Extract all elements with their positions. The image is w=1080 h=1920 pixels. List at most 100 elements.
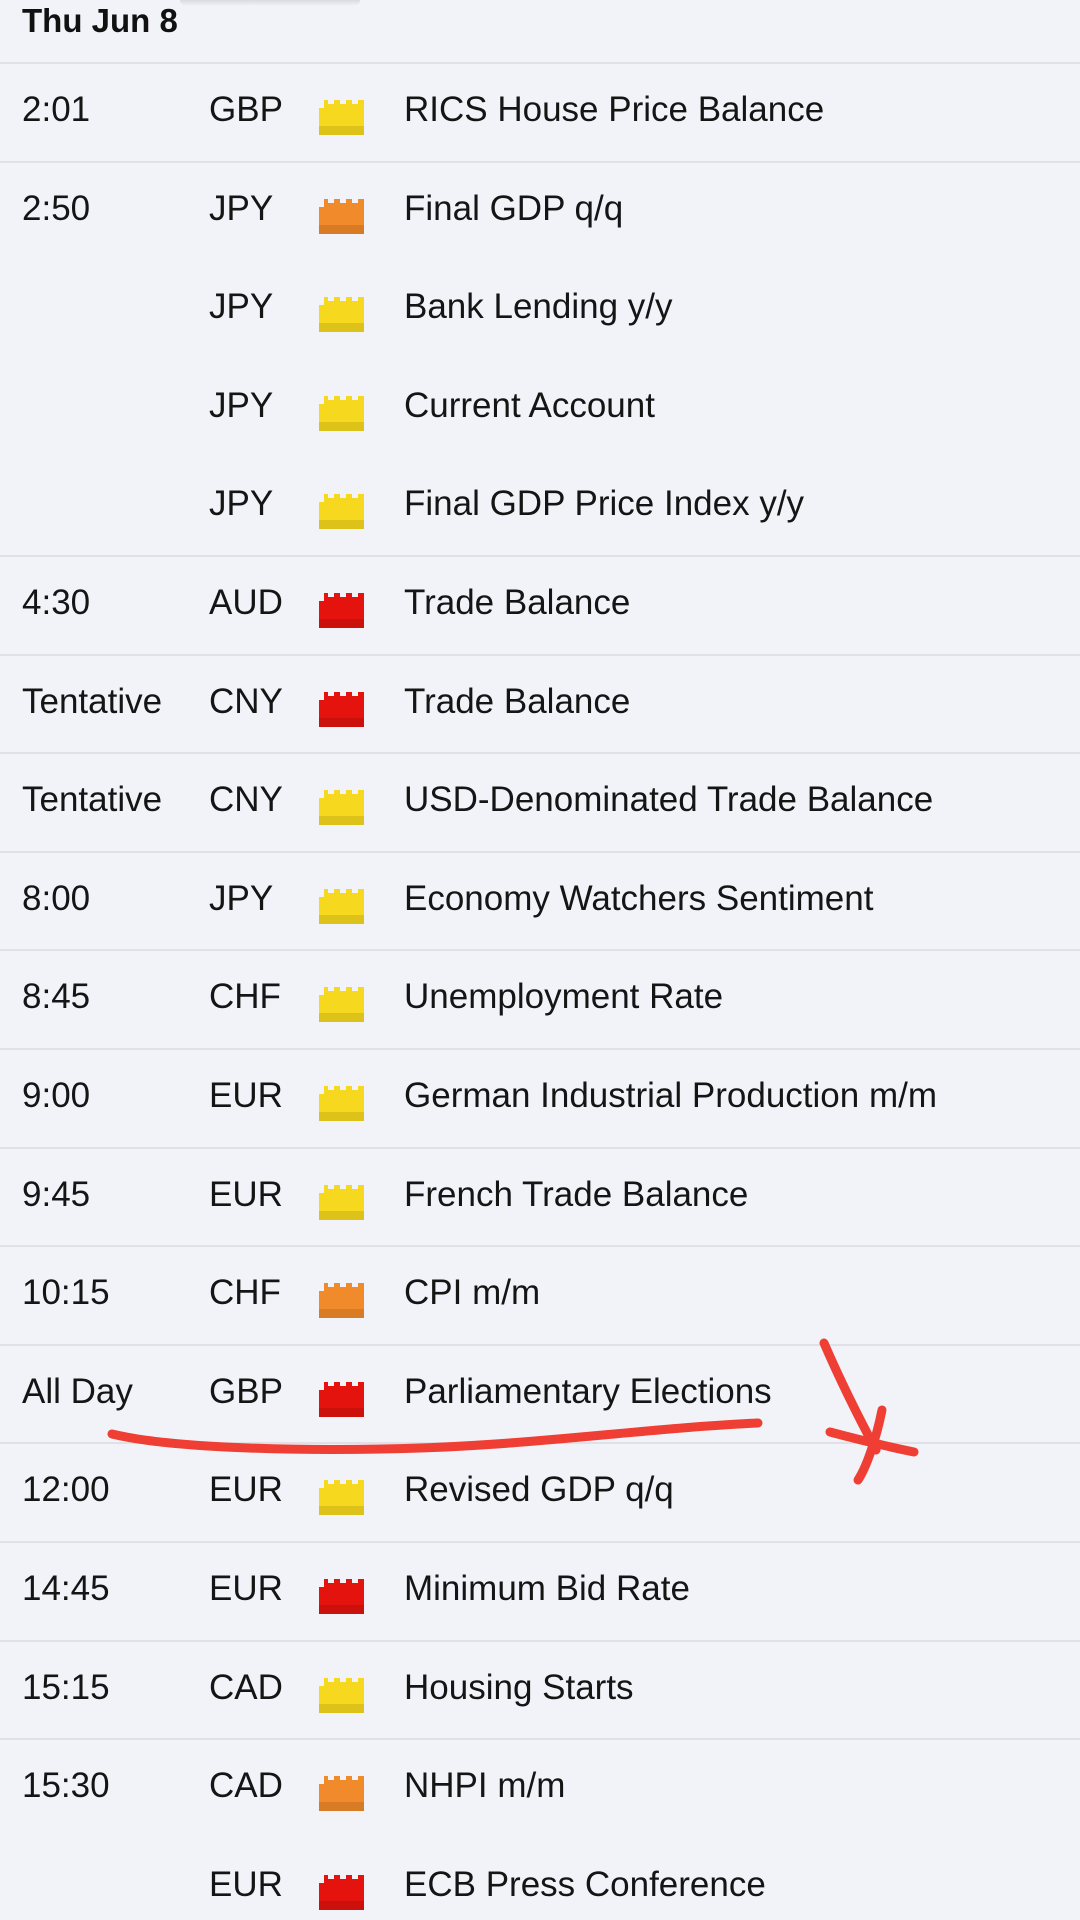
medium-impact-icon (319, 1776, 364, 1812)
event-time: 8:45 (22, 977, 91, 1017)
event-name: Bank Lending y/y (404, 287, 673, 327)
high-impact-icon (319, 592, 364, 628)
event-currency: CNY (209, 780, 283, 820)
day-header-label: Thu Jun 8 (22, 2, 178, 39)
event-name: German Industrial Production m/m (404, 1075, 937, 1115)
event-currency: JPY (209, 287, 274, 327)
event-time: 14:45 (22, 1568, 110, 1608)
event-row[interactable]: 12:00 EUR Revised GDP q/q (0, 1444, 1080, 1543)
event-row[interactable]: 8:45 CHF Unemployment Rate (0, 951, 1080, 1050)
impact-indicator (318, 1873, 365, 1911)
impact-indicator (318, 1577, 365, 1615)
event-name: Revised GDP q/q (404, 1470, 674, 1510)
event-time: 4:30 (22, 582, 91, 622)
impact-indicator (318, 492, 365, 530)
event-row[interactable]: 8:00 JPY Economy Watchers Sentiment (0, 853, 1080, 952)
event-currency: CNY (209, 681, 283, 721)
low-impact-icon (319, 1480, 364, 1516)
event-row[interactable]: 2:50 JPY Final GDP q/q (0, 163, 1080, 262)
low-impact-icon (319, 790, 364, 826)
event-time: 2:01 (22, 90, 91, 129)
low-impact-icon (319, 888, 364, 924)
high-impact-icon (319, 1381, 364, 1417)
event-row[interactable]: 9:00 EUR German Industrial Production m/m (0, 1050, 1080, 1149)
low-impact-icon (319, 1677, 364, 1713)
impact-indicator (318, 295, 365, 333)
impact-indicator (318, 985, 365, 1023)
low-impact-icon (319, 1184, 364, 1220)
event-currency: EUR (209, 1864, 283, 1904)
event-name: ECB Press Conference (404, 1864, 766, 1904)
event-currency: CAD (209, 1667, 283, 1707)
impact-indicator (318, 394, 365, 432)
low-impact-icon (319, 494, 364, 530)
high-impact-icon (319, 1874, 364, 1910)
impact-indicator (318, 1281, 365, 1319)
event-currency: CHF (209, 1273, 281, 1313)
event-row[interactable]: 15:15 CAD Housing Starts (0, 1642, 1080, 1741)
medium-impact-icon (319, 1283, 364, 1319)
event-time: 9:45 (22, 1174, 91, 1214)
event-currency: AUD (209, 582, 283, 622)
event-row[interactable]: JPY Final GDP Price Index y/y (0, 458, 1080, 557)
event-currency: EUR (209, 1470, 283, 1510)
event-time: 2:50 (22, 188, 91, 228)
event-time: 12:00 (22, 1470, 110, 1510)
event-row[interactable]: JPY Current Account (0, 360, 1080, 459)
event-row[interactable]: 10:15 CHF CPI m/m (0, 1247, 1080, 1346)
header-shadow (180, 0, 360, 6)
event-name: Final GDP Price Index y/y (404, 484, 805, 524)
event-currency: CHF (209, 977, 281, 1017)
event-row[interactable]: 4:30 AUD Trade Balance (0, 557, 1080, 656)
low-impact-icon (319, 100, 364, 135)
event-row[interactable]: EUR ECB Press Conference (0, 1839, 1080, 1920)
event-name: NHPI m/m (404, 1766, 566, 1806)
event-name: Current Account (404, 385, 655, 425)
event-name: USD-Denominated Trade Balance (404, 780, 934, 820)
event-row[interactable]: 15:30 CAD NHPI m/m (0, 1740, 1080, 1839)
event-time: Tentative (22, 681, 163, 721)
event-name: Economy Watchers Sentiment (404, 878, 874, 918)
event-row[interactable]: All Day GBP Parliamentary Elections (0, 1346, 1080, 1445)
event-time: Tentative (22, 780, 163, 820)
event-currency: GBP (209, 1371, 283, 1411)
event-time: 15:15 (22, 1667, 110, 1707)
low-impact-icon (319, 1085, 364, 1121)
low-impact-icon (319, 987, 364, 1023)
day-header: Thu Jun 8 (0, 0, 1080, 64)
event-row[interactable]: 2:01 GBP RICS House Price Balance (0, 64, 1080, 163)
event-currency: JPY (209, 878, 274, 918)
event-list[interactable]: 2:01 GBP RICS House Price Balance 2:50 JPY Fi… (0, 64, 1080, 1920)
event-currency: JPY (209, 385, 274, 425)
impact-indicator (318, 690, 365, 728)
event-currency: GBP (209, 90, 283, 129)
impact-indicator (318, 98, 365, 136)
event-row[interactable]: JPY Bank Lending y/y (0, 261, 1080, 360)
low-impact-icon (319, 395, 364, 431)
event-time: 15:30 (22, 1766, 110, 1806)
event-name: Minimum Bid Rate (404, 1568, 690, 1608)
event-name: Trade Balance (404, 681, 631, 721)
event-row[interactable]: Tentative CNY USD-Denominated Trade Balanc… (0, 754, 1080, 853)
event-time: 9:00 (22, 1075, 91, 1115)
event-currency: EUR (209, 1174, 283, 1214)
event-name: CPI m/m (404, 1273, 541, 1313)
impact-indicator (318, 1676, 365, 1714)
impact-indicator (318, 197, 365, 235)
high-impact-icon (319, 1578, 364, 1614)
event-row[interactable]: Tentative CNY Trade Balance (0, 656, 1080, 755)
impact-indicator (318, 1183, 365, 1221)
event-row[interactable]: 9:45 EUR French Trade Balance (0, 1149, 1080, 1248)
event-currency: CAD (209, 1766, 283, 1806)
impact-indicator (318, 1774, 365, 1812)
event-name: Housing Starts (404, 1667, 634, 1707)
impact-indicator (318, 591, 365, 629)
event-name: Final GDP q/q (404, 188, 624, 228)
event-row[interactable]: 14:45 EUR Minimum Bid Rate (0, 1543, 1080, 1642)
impact-indicator (318, 1478, 365, 1516)
medium-impact-icon (319, 198, 364, 234)
event-time: 8:00 (22, 878, 91, 918)
event-name: Unemployment Rate (404, 977, 724, 1017)
event-currency: EUR (209, 1075, 283, 1115)
event-name: RICS House Price Balance (404, 90, 825, 129)
